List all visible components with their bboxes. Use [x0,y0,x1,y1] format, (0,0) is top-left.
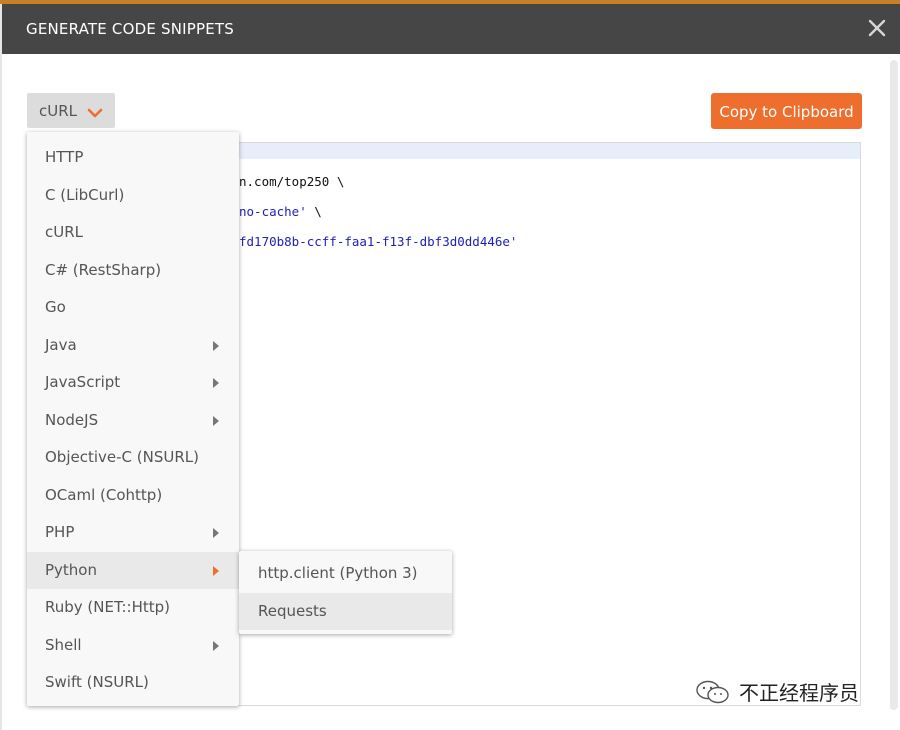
menu-item-curl[interactable]: cURL [27,214,239,252]
menu-item-label: C# (RestSharp) [45,260,162,279]
language-select-value: cURL [39,102,78,120]
menu-item-objective-c[interactable]: Objective-C (NSURL) [27,439,239,477]
submenu-arrow-icon [213,378,219,388]
active-line-highlight [234,143,860,159]
menu-item-shell[interactable]: Shell [27,627,239,665]
dialog-header: GENERATE CODE SNIPPETS [2,4,900,54]
menu-item-label: NodeJS [45,410,99,429]
language-dropdown-menu: HTTP C (LibCurl) cURL C# (RestSharp) Go … [27,132,239,706]
submenu-arrow-icon [213,565,219,576]
menu-item-python[interactable]: Python [27,551,239,589]
menu-item-label: Java [45,335,77,354]
watermark-text: 不正经程序员 [739,681,859,705]
menu-item-label: OCaml (Cohttp) [45,485,163,504]
submenu-item-label: http.client (Python 3) [258,564,418,582]
menu-item-nodejs[interactable]: NodeJS [27,402,239,440]
dialog-scrollbar[interactable] [890,60,898,710]
menu-item-swift[interactable]: Swift (NSURL) [27,664,239,702]
submenu-arrow-icon [213,340,219,351]
menu-item-label: Python [45,560,97,579]
submenu-item-requests[interactable]: Requests [239,592,452,630]
menu-item-label: Go [45,298,66,316]
menu-item-java[interactable]: Java [27,327,239,365]
submenu-arrow-icon [213,415,219,426]
close-icon[interactable] [866,17,888,39]
code-content: n.com/top250 \ no-cache' \ fd170b8b-ccff… [239,159,517,279]
code-text: \ [306,204,322,219]
menu-item-label: JavaScript [45,373,121,391]
menu-item-javascript[interactable]: JavaScript [27,364,239,402]
code-line: fd170b8b-ccff-faa1-f13f-dbf3d0dd446e' [239,234,517,249]
submenu-arrow-icon [213,640,219,651]
menu-item-go[interactable]: Go [27,289,239,327]
menu-item-csharp-restsharp[interactable]: C# (RestSharp) [27,252,239,290]
menu-item-label: Swift (NSURL) [45,673,149,691]
code-string: no-cache' [239,204,307,219]
submenu-arrow-icon [213,528,219,538]
wechat-icon [695,680,731,704]
code-text: n.com/top250 \ [239,174,345,189]
menu-item-label: cURL [45,223,84,241]
language-select[interactable]: cURL [27,93,115,128]
code-string: fd170b8b-ccff-faa1-f13f-dbf3d0dd446e' [239,234,518,249]
menu-item-label: Shell [45,635,82,654]
menu-item-label: C (LibCurl) [45,185,125,204]
menu-item-ruby[interactable]: Ruby (NET::Http) [27,589,239,627]
code-line: n.com/top250 \ [239,174,517,189]
menu-item-http[interactable]: HTTP [27,139,239,177]
menu-item-php[interactable]: PHP [27,514,239,552]
copy-to-clipboard-button[interactable]: Copy to Clipboard [711,93,862,129]
menu-item-label: PHP [45,523,75,541]
menu-item-label: Objective-C (NSURL) [45,448,199,466]
menu-item-c-libcurl[interactable]: C (LibCurl) [27,177,239,215]
python-submenu: http.client (Python 3) Requests [239,551,452,634]
menu-item-ocaml[interactable]: OCaml (Cohttp) [27,477,239,515]
dialog-title: GENERATE CODE SNIPPETS [26,20,235,38]
code-line: no-cache' \ [239,204,517,219]
submenu-item-label: Requests [258,601,327,620]
submenu-item-http-client[interactable]: http.client (Python 3) [239,555,452,593]
chevron-down-icon [87,105,103,118]
menu-item-label: HTTP [45,148,84,166]
menu-item-label: Ruby (NET::Http) [45,598,171,616]
